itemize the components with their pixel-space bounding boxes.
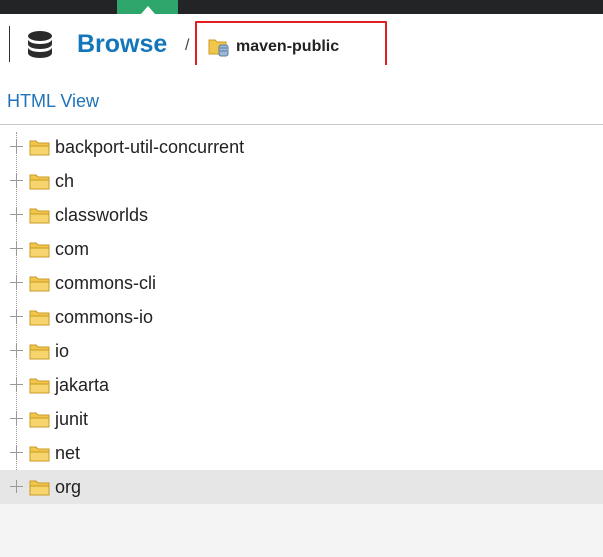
expand-plus-icon[interactable]: [10, 174, 23, 187]
tree-item-label: junit: [55, 409, 89, 429]
tree-item-label: commons-cli: [55, 273, 157, 293]
folder-icon: [29, 343, 51, 360]
browse-content: HTML View backport-util-concurrent ch clas…: [0, 65, 603, 557]
repository-tree: backport-util-concurrent ch classworlds com…: [0, 130, 603, 504]
folder-icon: [29, 275, 51, 292]
repository-folder-icon: [208, 39, 229, 57]
tree-item-label: io: [55, 341, 70, 361]
tree-item[interactable]: classworlds: [0, 198, 603, 232]
expand-plus-icon[interactable]: [10, 276, 23, 289]
top-navigation-bar: [0, 0, 603, 14]
expand-plus-icon[interactable]: [10, 208, 23, 221]
tree-item[interactable]: commons-io: [0, 300, 603, 334]
tree-item[interactable]: jakarta: [0, 368, 603, 402]
empty-area: [0, 496, 603, 557]
tree-item[interactable]: ch: [0, 164, 603, 198]
active-nav-tab[interactable]: [117, 0, 178, 14]
html-view-link[interactable]: HTML View: [7, 90, 99, 112]
folder-icon: [29, 241, 51, 258]
tree-item-label: org: [55, 477, 82, 497]
content-divider: [0, 124, 603, 125]
tree-item[interactable]: io: [0, 334, 603, 368]
expand-plus-icon[interactable]: [10, 412, 23, 425]
folder-icon: [29, 377, 51, 394]
expand-plus-icon[interactable]: [10, 344, 23, 357]
tree-item[interactable]: com: [0, 232, 603, 266]
tree-item[interactable]: net: [0, 436, 603, 470]
expand-plus-icon[interactable]: [10, 242, 23, 255]
tree-item[interactable]: junit: [0, 402, 603, 436]
tree-item[interactable]: backport-util-concurrent: [0, 130, 603, 164]
breadcrumb-separator: /: [185, 37, 190, 54]
expand-plus-icon[interactable]: [10, 480, 23, 493]
breadcrumb-repository[interactable]: maven-public: [236, 38, 339, 56]
folder-icon: [29, 139, 51, 156]
folder-icon: [29, 173, 51, 190]
folder-icon: [29, 479, 51, 496]
tree-item-label: jakarta: [55, 375, 110, 395]
database-icon: [28, 31, 52, 58]
header-divider: [9, 26, 10, 62]
folder-icon: [29, 207, 51, 224]
expand-plus-icon[interactable]: [10, 378, 23, 391]
active-tab-caret-icon: [141, 6, 155, 14]
expand-plus-icon[interactable]: [10, 310, 23, 323]
tree-item-label: backport-util-concurrent: [55, 137, 245, 157]
tree-item-label: classworlds: [55, 205, 149, 225]
folder-icon: [29, 411, 51, 428]
tree-item[interactable]: org: [0, 470, 603, 504]
tree-item[interactable]: commons-cli: [0, 266, 603, 300]
tree-item-label: net: [55, 443, 81, 463]
expand-plus-icon[interactable]: [10, 446, 23, 459]
page-title[interactable]: Browse: [77, 29, 167, 59]
tree-item-label: commons-io: [55, 307, 154, 327]
expand-plus-icon[interactable]: [10, 140, 23, 153]
folder-icon: [29, 309, 51, 326]
page-header: Browse / maven-public: [0, 14, 603, 70]
tree-item-label: com: [55, 239, 90, 259]
folder-icon: [29, 445, 51, 462]
tree-item-label: ch: [55, 171, 75, 191]
